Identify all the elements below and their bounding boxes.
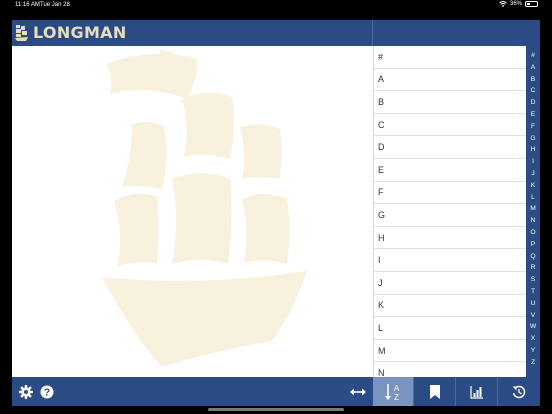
alphabet-letter[interactable]: R xyxy=(531,262,536,274)
help-icon: ? xyxy=(40,385,54,398)
index-list-item[interactable]: E xyxy=(374,159,526,182)
alphabet-letter[interactable]: M xyxy=(530,203,536,215)
status-right: 36% xyxy=(499,1,538,7)
battery-icon xyxy=(525,1,538,7)
battery-percent: 36% xyxy=(509,1,522,7)
expand-width-button[interactable] xyxy=(346,377,370,406)
sort-icon-bottom-letter: Z xyxy=(394,393,399,402)
wifi-icon xyxy=(499,1,507,7)
index-list-item[interactable]: L xyxy=(374,317,526,340)
index-list-item[interactable]: A xyxy=(374,69,526,92)
alphabet-letter[interactable]: L xyxy=(531,192,535,204)
index-list-item[interactable]: B xyxy=(374,91,526,114)
home-indicator xyxy=(208,408,344,411)
alphabet-letter[interactable]: G xyxy=(530,133,535,145)
alphabet-letter[interactable]: Y xyxy=(531,345,535,357)
ipad-screen: 11:16 AM Tue Jan 28 36% LONGMAN # A B C … xyxy=(0,0,552,414)
index-list-item[interactable]: # xyxy=(374,46,526,69)
index-list-item[interactable]: D xyxy=(374,136,526,159)
app-header: LONGMAN xyxy=(12,20,540,46)
header-divider xyxy=(372,20,373,46)
alphabet-letter[interactable]: D xyxy=(531,97,536,109)
sort-az-button[interactable]: A Z xyxy=(373,377,413,406)
history-button[interactable] xyxy=(498,377,540,406)
status-date: Tue Jan 28 xyxy=(40,2,70,8)
status-bar: 11:16 AM Tue Jan 28 36% xyxy=(0,0,552,11)
alphabet-letter[interactable]: F xyxy=(531,121,535,133)
index-list-item[interactable]: C xyxy=(374,114,526,137)
help-button[interactable]: ? xyxy=(37,377,57,406)
alphabet-letter[interactable]: X xyxy=(531,333,535,345)
bookmark-icon xyxy=(429,384,440,399)
svg-text:?: ? xyxy=(44,387,50,398)
index-list-item[interactable]: N xyxy=(374,362,526,377)
alphabet-letter[interactable]: B xyxy=(531,74,535,86)
ship-watermark-icon xyxy=(102,49,307,367)
index-list-item[interactable]: K xyxy=(374,295,526,318)
alphabet-letter[interactable]: V xyxy=(531,310,535,322)
alphabet-letter[interactable]: T xyxy=(531,286,535,298)
entry-content-area xyxy=(12,46,373,377)
alphabet-letter[interactable]: K xyxy=(531,180,535,192)
status-time: 11:16 AM xyxy=(15,2,40,8)
alphabet-letter[interactable]: S xyxy=(531,274,535,286)
index-list-item[interactable]: F xyxy=(374,182,526,205)
app-window: LONGMAN # A B C D E F G H I J K L M N # … xyxy=(12,20,540,406)
alphabet-index-bar[interactable]: # A B C D E F G H I J K L M N O P Q R S T U V W X Y Z xyxy=(526,46,540,377)
statistics-button[interactable] xyxy=(456,377,497,406)
settings-button[interactable] xyxy=(16,377,36,406)
alphabet-letter[interactable]: Z xyxy=(531,357,535,369)
index-list-item[interactable]: H xyxy=(374,227,526,250)
index-list-item[interactable]: I xyxy=(374,249,526,272)
logo-text: LONGMAN xyxy=(33,23,127,42)
sort-icon-top-letter: A xyxy=(394,384,400,393)
alphabet-letter[interactable]: A xyxy=(531,62,535,74)
alphabet-letter[interactable]: C xyxy=(531,85,536,97)
alphabet-letter[interactable]: # xyxy=(531,50,535,62)
alphabet-letter[interactable]: P xyxy=(531,239,535,251)
alphabet-letter[interactable]: N xyxy=(531,215,536,227)
index-list-item[interactable]: G xyxy=(374,204,526,227)
gear-icon xyxy=(19,384,33,399)
index-list-item[interactable]: M xyxy=(374,340,526,363)
bottom-toolbar: ? A Z xyxy=(12,377,540,406)
alphabet-letter[interactable]: W xyxy=(530,321,536,333)
alphabet-letter[interactable]: O xyxy=(530,227,535,239)
sort-az-icon: A Z xyxy=(385,383,400,402)
bar-chart-icon xyxy=(469,385,483,399)
alphabet-letter[interactable]: U xyxy=(531,298,536,310)
alphabet-letter[interactable]: E xyxy=(531,109,535,121)
index-list-item[interactable]: J xyxy=(374,272,526,295)
history-icon xyxy=(512,385,526,398)
longman-logo: LONGMAN xyxy=(15,23,127,42)
arrows-horizontal-icon xyxy=(350,388,366,395)
alphabet-letter[interactable]: Q xyxy=(530,251,535,263)
ship-logo-icon xyxy=(15,24,28,41)
alphabet-letter[interactable]: H xyxy=(531,144,536,156)
bookmarks-button[interactable] xyxy=(414,377,455,406)
index-list[interactable]: # A B C D E F G H I J K L M N xyxy=(373,46,526,377)
alphabet-letter[interactable]: J xyxy=(531,168,534,180)
alphabet-letter[interactable]: I xyxy=(532,156,534,168)
